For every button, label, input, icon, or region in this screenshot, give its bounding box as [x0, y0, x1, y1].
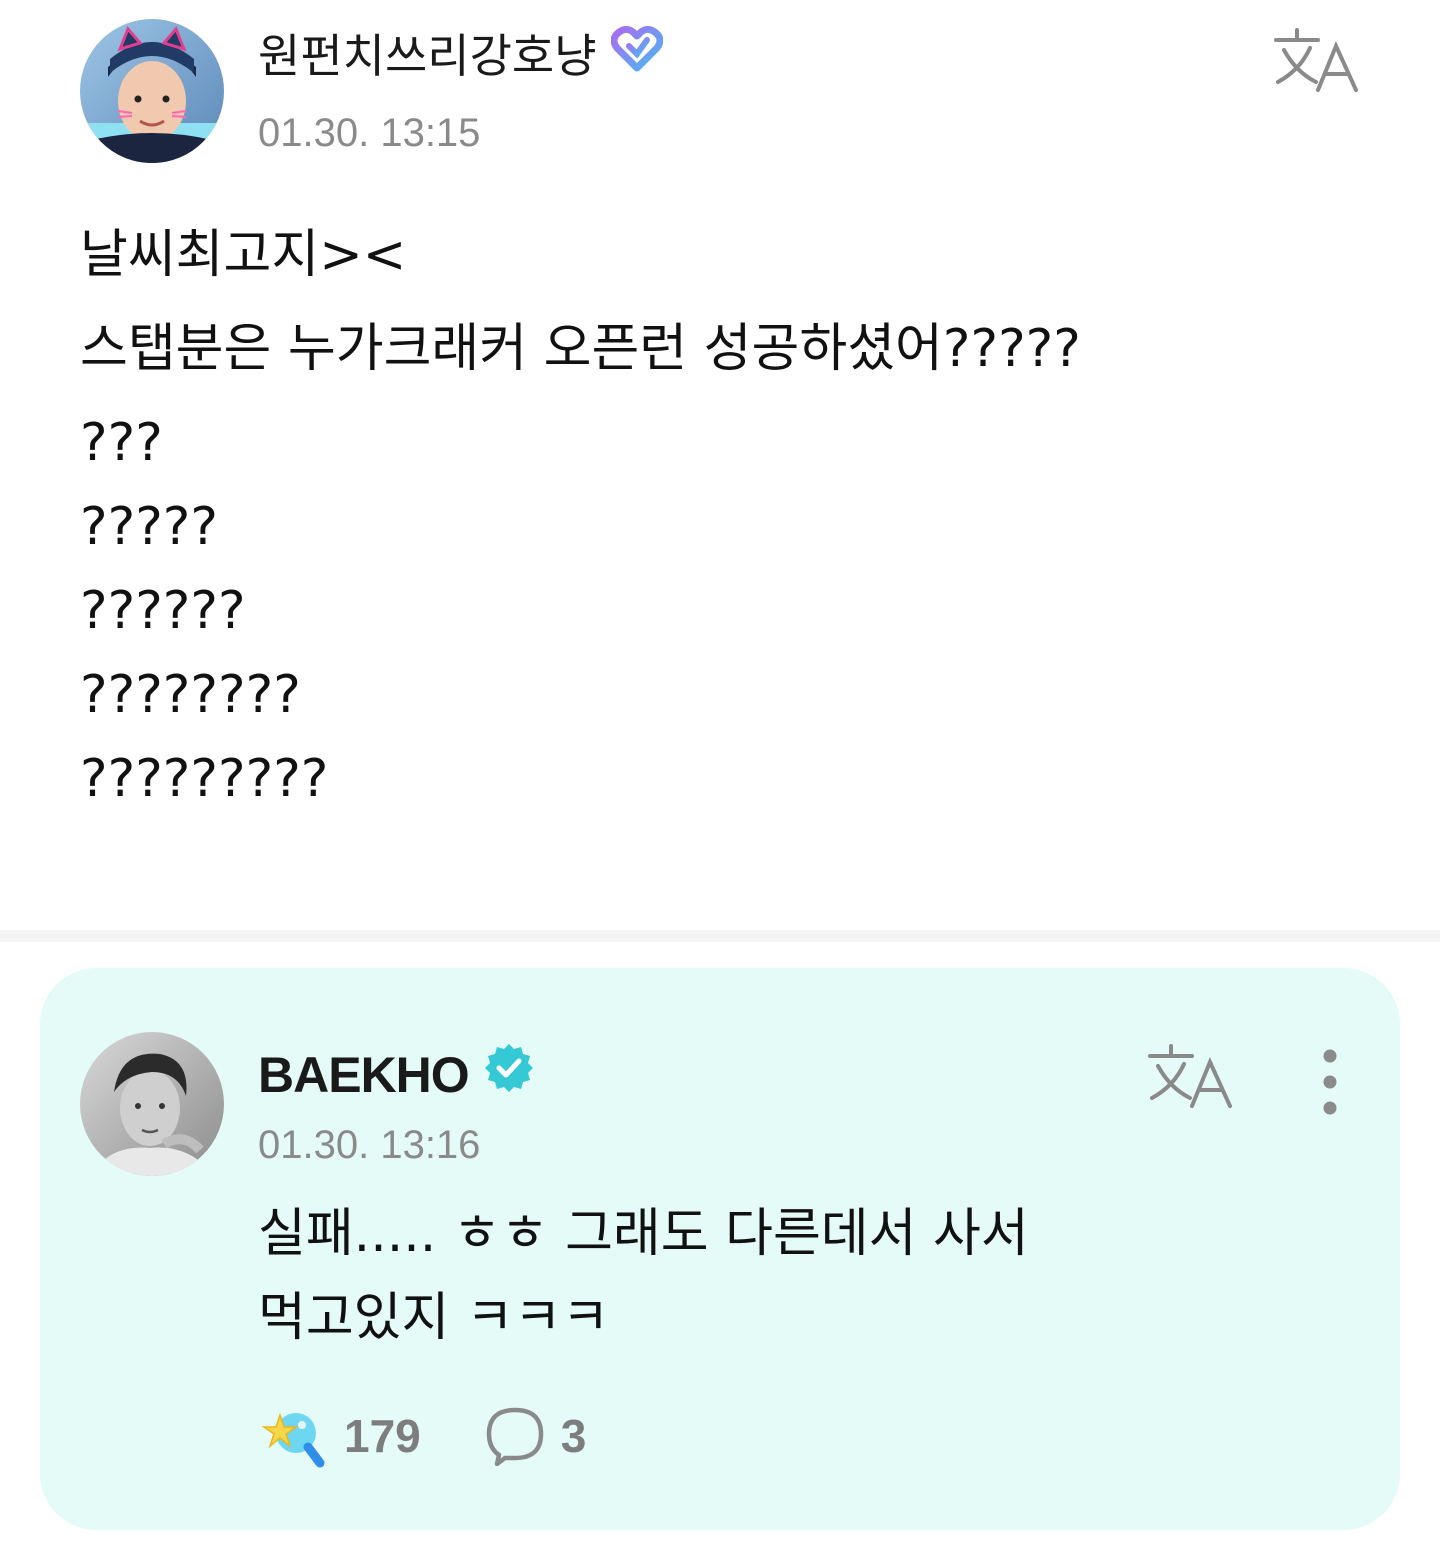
section-divider: [0, 930, 1440, 942]
post-line: ?????????: [80, 749, 329, 809]
like-button[interactable]: 179: [258, 1403, 421, 1469]
comment-bubble-icon: [486, 1407, 543, 1466]
post-line: ????????: [80, 665, 301, 725]
more-options-button[interactable]: [1308, 1046, 1352, 1118]
fan-post-body: 날씨최고지>< 스탭분은 누가크래커 오픈런 성공하셨어????? ??? ??…: [80, 213, 1081, 821]
artist-author-name[interactable]: BAEKHO: [258, 1042, 535, 1107]
fan-author-label: 원펀치쓰리강호냥: [258, 29, 597, 83]
fan-post: 원펀치쓰리강호냥 01.30. 13:15 날씨최고지>< 스탭분은 누가크래커…: [0, 0, 1440, 930]
artist-reply-timestamp: 01.30. 13:16: [258, 1123, 481, 1167]
fan-avatar[interactable]: [80, 19, 224, 163]
comment-count: 3: [560, 1410, 587, 1462]
post-line: ???: [80, 413, 163, 473]
artist-avatar[interactable]: [80, 1032, 224, 1176]
post-line: 스탭분은 누가크래커 오픈런 성공하셨어?????: [80, 319, 1081, 379]
cat-ear-fan-avatar-icon: [80, 19, 224, 163]
post-line: ??????: [80, 581, 246, 641]
fan-post-timestamp: 01.30. 13:15: [258, 111, 481, 155]
fan-post-translate-button[interactable]: [1272, 26, 1362, 96]
post-line: 날씨최고지><: [80, 225, 407, 285]
like-count: 179: [344, 1410, 421, 1462]
comment-button[interactable]: 3: [485, 1406, 587, 1466]
fan-author-name[interactable]: 원펀치쓰리강호냥: [258, 25, 664, 86]
post-line: ?????: [80, 497, 218, 557]
reply-line: 먹고있지 ㅋㅋㅋ: [258, 1288, 610, 1348]
reaction-bar: 179 3: [258, 1398, 586, 1474]
artist-reply-translate-button[interactable]: [1146, 1042, 1236, 1112]
translate-icon: [1148, 1044, 1232, 1108]
artist-reply-body: 실패..... ㅎㅎ 그래도 다른데서 사서 먹고있지 ㅋㅋㅋ: [258, 1192, 1029, 1360]
verified-badge-icon: [483, 1042, 535, 1107]
reply-line: 실패..... ㅎㅎ 그래도 다른데서 사서: [258, 1204, 1029, 1264]
star-lightstick-icon: [261, 1412, 325, 1468]
artist-avatar-icon: [80, 1032, 224, 1176]
artist-author-label: BAEKHO: [258, 1046, 470, 1103]
heart-badge-icon: [610, 25, 664, 86]
more-vertical-icon: [1323, 1049, 1337, 1115]
translate-icon: [1274, 28, 1358, 92]
artist-reply-card: BAEKHO 01.30. 13:16 실패..... ㅎㅎ 그래도 다른데서 …: [40, 968, 1400, 1530]
